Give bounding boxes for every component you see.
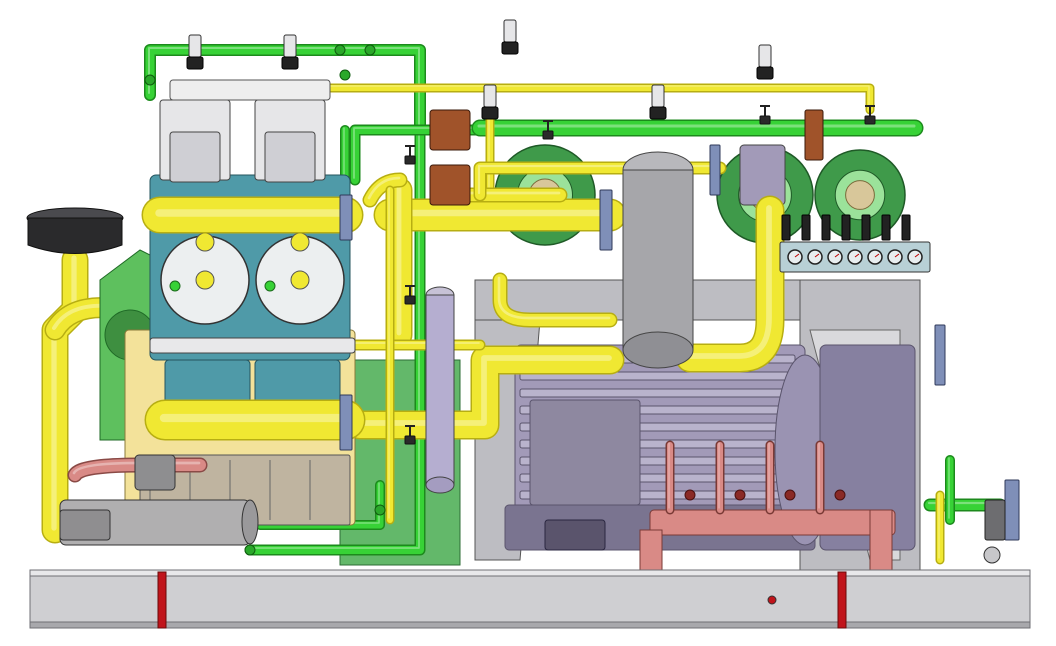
skid-base-top-edge [29, 569, 1031, 577]
flange-icon [599, 189, 613, 251]
pipe-coupling [244, 544, 256, 556]
head-fitting-top-1 [290, 232, 310, 252]
brown-valve-block-top [429, 109, 471, 151]
manifold-knob [734, 489, 746, 501]
cooler-tank-flange-2 [845, 180, 875, 210]
lubrication-manifold [649, 509, 896, 536]
head-fitting-top-0 [195, 232, 215, 252]
valve-icon [404, 155, 416, 165]
valve-icon [864, 115, 876, 125]
gauge-tube [781, 214, 791, 241]
oil-filter [134, 454, 176, 491]
flange-icon [1004, 479, 1020, 541]
head-fitting-side-0 [169, 280, 181, 292]
motor-terminal-box [529, 399, 641, 506]
skid-base-beam [29, 569, 1031, 629]
mid-crosshead-bar [149, 337, 356, 354]
valve-icon [542, 130, 554, 140]
small-vessel-body [425, 294, 455, 486]
flange-icon [709, 144, 721, 196]
rear-purple-vessel [739, 144, 786, 206]
flange-icon [934, 324, 946, 386]
top-manifold-bar [169, 79, 331, 101]
pipe-coupling [144, 74, 156, 86]
pipe-coupling [364, 44, 376, 56]
gauge-tube [841, 214, 851, 241]
base-bolt [767, 595, 777, 605]
manifold-knob [784, 489, 796, 501]
head-fitting-center-0 [195, 270, 215, 290]
motor-cooling-fin [519, 388, 796, 398]
air-filter-body [27, 217, 123, 254]
skid-base [29, 569, 1031, 629]
manifold-knob [834, 489, 846, 501]
valve-icon [649, 106, 667, 120]
valve-icon [404, 295, 416, 305]
safety-valve-cap [758, 44, 772, 68]
yellow-top-header-pipe-outline [325, 83, 875, 115]
oil-pump-flange [241, 499, 259, 545]
brown-valve-block-bottom [429, 164, 471, 206]
gauge-tube [881, 214, 891, 241]
red-marker-icon [157, 571, 167, 629]
compressor-skid-render [26, 19, 1031, 629]
valve-cap-left [169, 131, 221, 183]
gauge-tube [801, 214, 811, 241]
separator-bottom-cap [622, 331, 694, 369]
red-marker-icon [837, 571, 847, 629]
separator-body [622, 169, 694, 351]
flange-icon [339, 194, 353, 241]
head-fitting-center-1 [290, 270, 310, 290]
gauge-tube [821, 214, 831, 241]
valve-icon [281, 56, 299, 70]
pipe-coupling [339, 69, 351, 81]
valve-icon [404, 435, 416, 445]
manifold-left-leg [639, 529, 663, 571]
head-fitting-side-1 [264, 280, 276, 292]
safety-valve-cap [651, 84, 665, 108]
brown-valve-block-right [804, 109, 824, 161]
motor-foot [544, 519, 606, 551]
pipe-coupling [334, 44, 346, 56]
safety-valve-cap [283, 34, 297, 58]
valve-icon [756, 66, 774, 80]
safety-valve-cap [483, 84, 497, 108]
valve-icon [759, 115, 771, 125]
flange-icon [339, 394, 353, 451]
valve-icon [501, 41, 519, 55]
safety-valve-cap [188, 34, 202, 58]
valve-icon [186, 56, 204, 70]
pipe-coupling [374, 504, 386, 516]
valve-cap-right [264, 131, 316, 183]
gauge-tube [901, 214, 911, 241]
valve-icon [481, 106, 499, 120]
discharge-valve [984, 499, 1006, 541]
small-vessel-bottom [425, 476, 455, 494]
discharge-check-valve [983, 546, 1001, 564]
safety-valve-cap [503, 19, 517, 43]
gauge-tube [861, 214, 871, 241]
manifold-knob [684, 489, 696, 501]
oil-pump-endcap [59, 509, 111, 541]
manifold-right-leg [869, 509, 893, 571]
skid-base-bottom-edge [29, 621, 1031, 629]
